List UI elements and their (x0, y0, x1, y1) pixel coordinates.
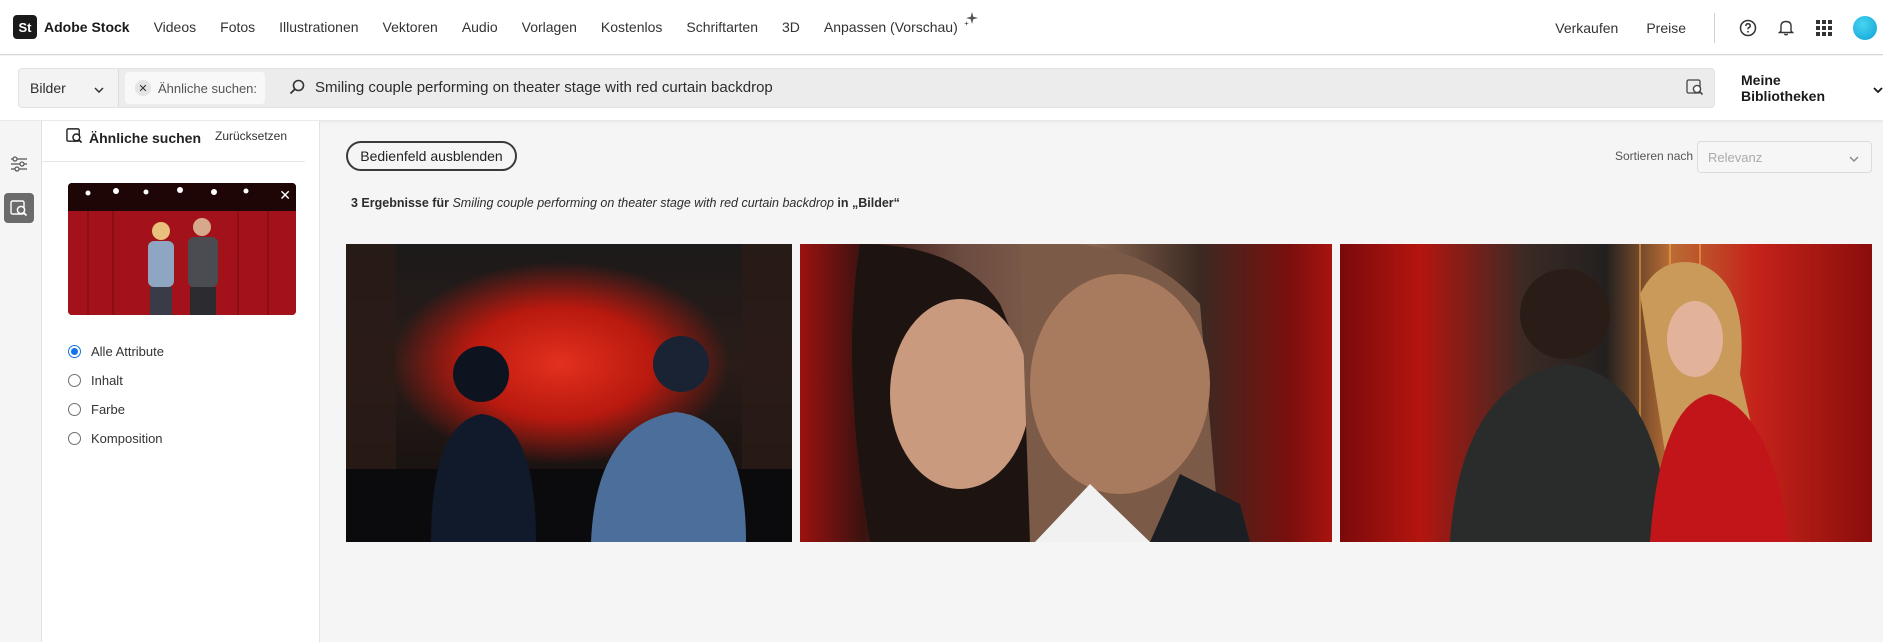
hide-panel-button[interactable]: Bedienfeld ausblenden (346, 141, 517, 171)
radio-content[interactable]: Inhalt (68, 366, 164, 395)
nav-item-vectors[interactable]: Vektoren (383, 19, 438, 35)
radio-button[interactable] (68, 374, 81, 387)
panel-title: Ähnliche suchen (89, 130, 202, 146)
apps-grid-icon[interactable] (1813, 17, 1835, 39)
visual-search-icon[interactable] (1686, 78, 1704, 101)
result-image-1-illustration (346, 244, 792, 542)
sparkle-icon (963, 11, 978, 29)
similar-chip-label: Ähnliche suchen: (158, 80, 258, 96)
chevron-down-icon (1873, 80, 1883, 96)
help-icon[interactable] (1737, 17, 1759, 39)
top-navigation: St Adobe Stock Videos Fotos Illustration… (0, 0, 1883, 55)
my-libraries-button[interactable]: Meine Bibliotheken (1741, 68, 1883, 108)
sort-label: Sortieren nach (1615, 149, 1694, 163)
results-query: Smiling couple performing on theater sta… (452, 196, 834, 210)
similar-search-panel: Ähnliche suchen Zurücksetzen ✕ Alle Attr… (42, 121, 320, 642)
nav-item-templates[interactable]: Vorlagen (522, 19, 577, 35)
asset-type-select[interactable]: Bilder (19, 69, 119, 107)
result-image-3-illustration (1450, 244, 1790, 542)
nav-pricing-link[interactable]: Preise (1646, 20, 1686, 36)
radio-label: Inhalt (91, 373, 123, 388)
visual-search-panel-icon[interactable] (4, 193, 34, 223)
nav-item-3d[interactable]: 3D (782, 19, 800, 35)
nav-item-illustrations[interactable]: Illustrationen (279, 19, 358, 35)
nav-divider (1714, 12, 1715, 43)
search-bar-row: Bilder ✕ Ähnliche suchen: Meine Biblioth… (0, 56, 1883, 120)
radio-composition[interactable]: Komposition (68, 424, 164, 453)
radio-button[interactable] (68, 345, 81, 358)
attribute-radio-group: Alle Attribute Inhalt Farbe Komposition (68, 337, 164, 453)
results-summary: 3 Ergebnisse für Smiling couple performi… (351, 196, 900, 210)
radio-button[interactable] (68, 432, 81, 445)
nav-item-fonts[interactable]: Schriftarten (686, 19, 758, 35)
chevron-down-icon (1849, 150, 1859, 165)
reference-image-illustration (68, 183, 296, 315)
logo-text: Adobe Stock (44, 19, 130, 35)
search-box: Bilder ✕ Ähnliche suchen: (18, 68, 1715, 108)
radio-label: Farbe (91, 402, 125, 417)
visual-search-icon (66, 127, 83, 149)
result-image-2[interactable] (800, 244, 1332, 542)
asset-type-value: Bilder (30, 80, 66, 96)
logo-mark: St (13, 15, 37, 39)
search-icon (289, 79, 305, 100)
results-count: 3 Ergebnisse für (351, 196, 449, 210)
my-libraries-label: Meine Bibliotheken (1741, 72, 1826, 104)
reset-button[interactable]: Zurücksetzen (215, 129, 287, 143)
nav-item-customize[interactable]: Anpassen (Vorschau) (824, 19, 958, 35)
nav-item-audio[interactable]: Audio (462, 19, 498, 35)
adobe-stock-logo[interactable]: St Adobe Stock (13, 15, 130, 39)
chevron-down-icon (94, 80, 104, 96)
similar-search-chip: ✕ Ähnliche suchen: (125, 72, 265, 104)
filters-icon[interactable] (4, 149, 34, 179)
bell-icon[interactable] (1775, 17, 1797, 39)
radio-color[interactable]: Farbe (68, 395, 164, 424)
panel-header: Ähnliche suchen (66, 127, 201, 149)
nav-item-free[interactable]: Kostenlos (601, 19, 662, 35)
result-image-2-illustration (852, 244, 1250, 542)
radio-label: Komposition (91, 431, 163, 446)
radio-label: Alle Attribute (91, 344, 164, 359)
reference-image-thumbnail[interactable]: ✕ (68, 183, 296, 315)
results-scope: in „Bilder“ (837, 196, 900, 210)
result-image-3[interactable] (1340, 244, 1872, 542)
radio-button[interactable] (68, 403, 81, 416)
nav-sell-link[interactable]: Verkaufen (1555, 20, 1618, 36)
nav-menu: Videos Fotos Illustrationen Vektoren Aud… (154, 11, 978, 35)
close-icon[interactable]: ✕ (279, 187, 291, 204)
nav-right: Verkaufen Preise (1555, 0, 1883, 55)
sort-select[interactable]: Relevanz (1697, 141, 1872, 173)
result-image-1[interactable] (346, 244, 792, 542)
left-icon-rail (0, 121, 42, 642)
sort-value: Relevanz (1708, 149, 1763, 165)
nav-item-photos[interactable]: Fotos (220, 19, 255, 35)
user-avatar[interactable] (1853, 15, 1877, 40)
search-input[interactable] (315, 69, 1315, 107)
nav-item-videos[interactable]: Videos (154, 19, 197, 35)
panel-divider (42, 161, 305, 162)
radio-all-attributes[interactable]: Alle Attribute (68, 337, 164, 366)
close-icon[interactable]: ✕ (135, 80, 151, 96)
